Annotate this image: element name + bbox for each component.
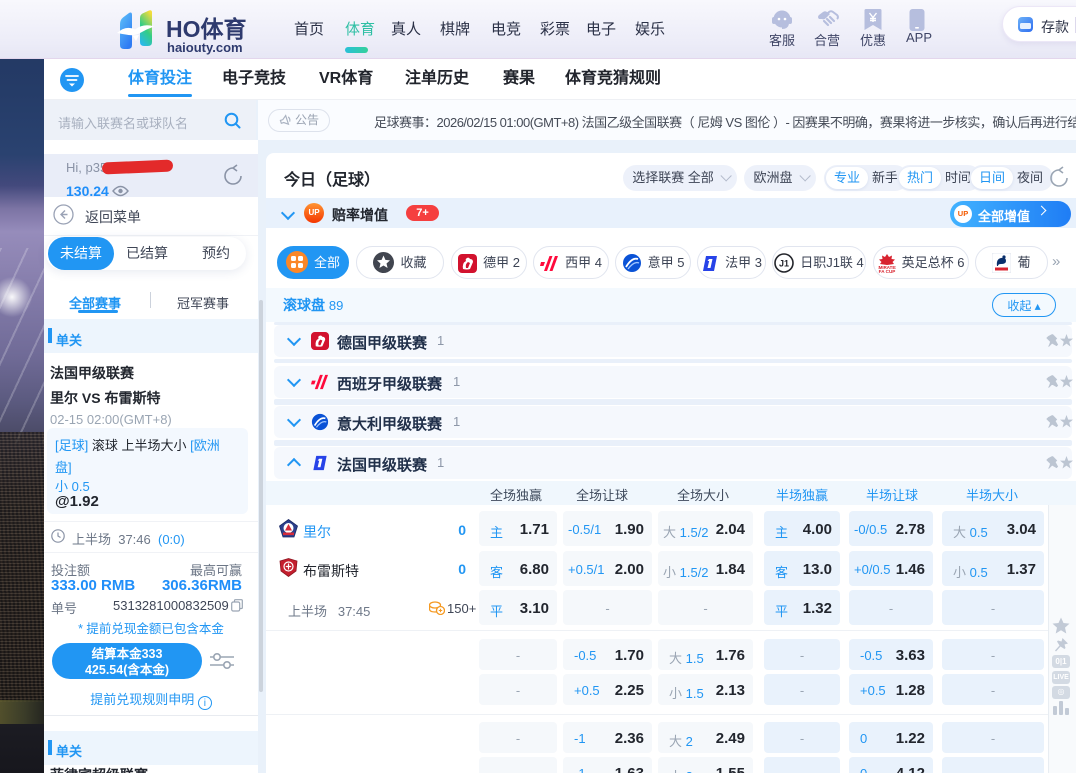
svg-text:FA CUP: FA CUP: [878, 269, 895, 273]
svg-text:J1: J1: [779, 259, 789, 269]
